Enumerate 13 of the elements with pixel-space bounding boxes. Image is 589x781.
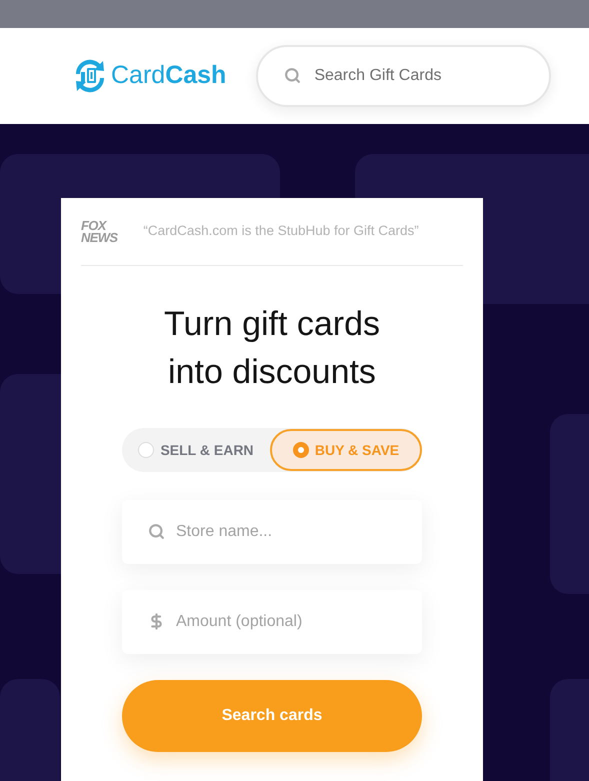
press-logo: FOX NEWS	[81, 220, 118, 244]
search-cards-button[interactable]: Search cards	[122, 680, 422, 752]
search-field[interactable]: Search Gift Cards	[256, 45, 552, 107]
mode-option[interactable]: SELL & EARN	[122, 429, 270, 471]
input-field[interactable]: Amount (optional)	[122, 590, 422, 654]
dollar-icon	[148, 613, 165, 630]
input-field[interactable]: Store name...	[122, 500, 422, 564]
hero-title: Turn gift cards into discounts	[164, 304, 380, 393]
brand-name: CardCash	[111, 60, 226, 92]
search-icon	[148, 523, 165, 540]
search-icon	[284, 67, 302, 84]
mode-option[interactable]: BUY & SAVE	[270, 429, 422, 471]
press-quote: “CardCash.com is the StubHub for Gift Cards”	[143, 222, 419, 240]
